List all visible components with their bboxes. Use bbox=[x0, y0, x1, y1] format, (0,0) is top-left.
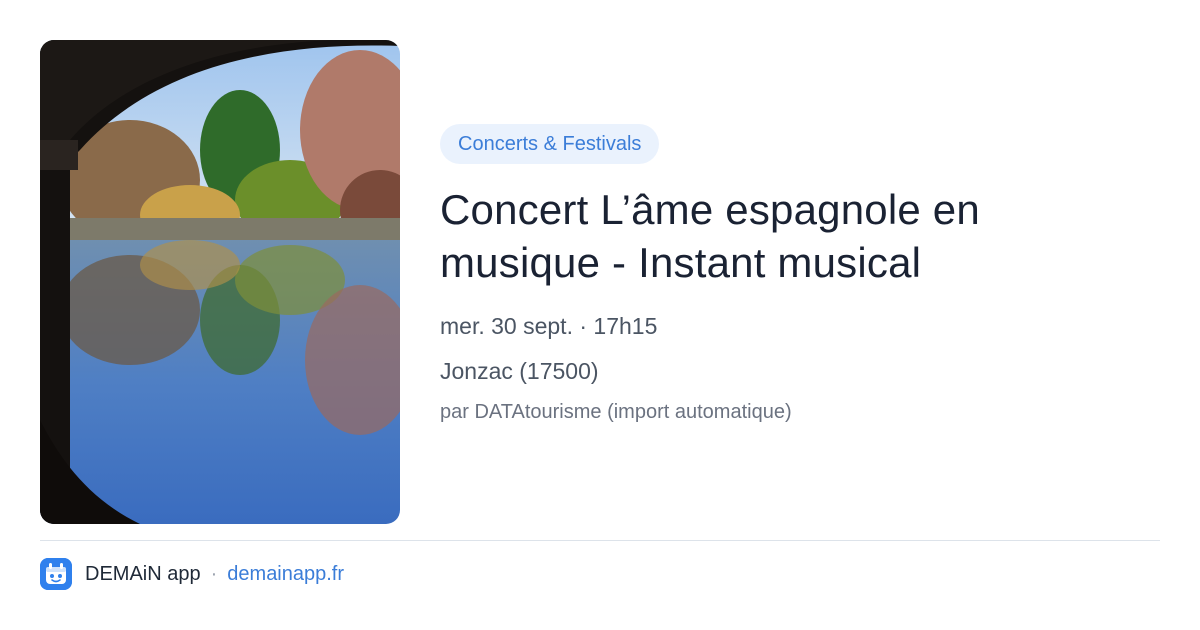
footer: DEMAiN app · demainapp.fr bbox=[40, 558, 344, 590]
event-title-line-2: musique - Instant musical bbox=[440, 239, 922, 286]
event-date: mer. 30 sept. · 17h15 bbox=[440, 313, 658, 339]
event-title[interactable]: Concert L’âme espagnole en musique - Ins… bbox=[440, 183, 1160, 289]
event-photo bbox=[40, 40, 400, 524]
demain-logo-icon[interactable] bbox=[40, 558, 72, 590]
app-website-link[interactable]: demainapp.fr bbox=[227, 563, 344, 586]
app-name: DEMAiN app bbox=[85, 562, 201, 585]
event-source: par DATAtourisme (import automatique) bbox=[440, 401, 792, 423]
footer-separator: · bbox=[210, 562, 218, 585]
event-title-line-1: Concert L’âme espagnole en bbox=[440, 186, 980, 233]
event-location: Jonzac (17500) bbox=[440, 358, 599, 384]
event-info: Concerts & Festivals Concert L’âme espag… bbox=[440, 124, 1160, 426]
category-badge[interactable]: Concerts & Festivals bbox=[440, 124, 660, 164]
footer-divider bbox=[40, 540, 1160, 541]
